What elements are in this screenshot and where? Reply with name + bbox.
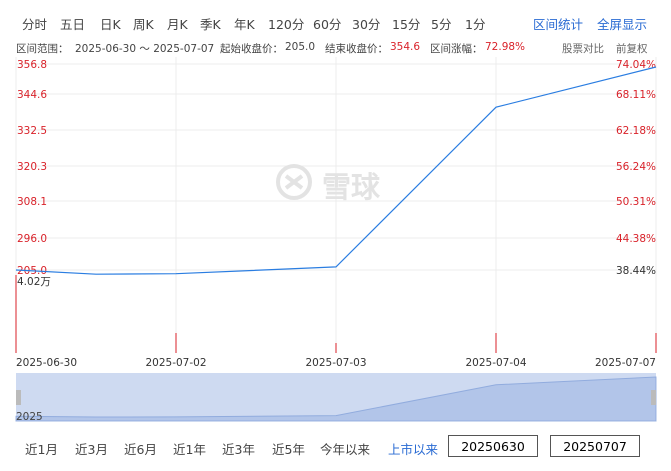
volume-max-label: 4.02万 — [17, 276, 51, 288]
navigator-selection[interactable] — [16, 373, 656, 421]
x-axis-tick-label: 2025-07-04 — [465, 357, 526, 369]
range-1y[interactable]: 近1年 — [173, 439, 206, 458]
y-axis-right-tick-label: 38.44% — [616, 265, 656, 277]
y-axis-right-tick-label: 62.18% — [616, 125, 656, 137]
y-axis-right-tick-label: 68.11% — [616, 89, 656, 101]
change-value: 72.98% — [485, 41, 526, 53]
range-stats-link[interactable]: 区间统计 — [533, 14, 583, 33]
tab-30min[interactable]: 30分 — [352, 14, 380, 33]
y-axis-left-tick-label: 308.1 — [17, 196, 47, 208]
x-axis-tick-label: 2025-07-02 — [145, 357, 206, 369]
stock-compare-link[interactable]: 股票对比 — [562, 41, 604, 56]
range-info-bar: 区间范围： 2025-06-30 ～ 2025-07-07 起始收盘价： 205… — [0, 41, 671, 57]
x-axis-tick-label: 2025-07-07 — [595, 357, 656, 369]
tab-60min[interactable]: 60分 — [313, 14, 341, 33]
tab-intraday[interactable]: 分时 — [22, 14, 47, 33]
y-axis-left-tick-label: 296.0 — [17, 233, 47, 245]
y-axis-left-tick-label: 344.6 — [17, 89, 47, 101]
range-ytd[interactable]: 今年以来 — [320, 439, 370, 458]
end-price-value: 354.6 — [390, 41, 421, 53]
tab-monthly-k[interactable]: 月K — [167, 14, 188, 33]
tab-weekly-k[interactable]: 周K — [133, 14, 154, 33]
navigator-svg: 2025 — [15, 373, 657, 423]
range-6m[interactable]: 近6月 — [124, 439, 157, 458]
range-3m[interactable]: 近3月 — [75, 439, 108, 458]
range-selector: 近1月 近3月 近6月 近1年 近3年 近5年 今年以来 上市以来 — [0, 430, 671, 466]
range-1m[interactable]: 近1月 — [25, 439, 58, 458]
time-navigator[interactable]: 2025 — [0, 373, 671, 425]
range-since-listing[interactable]: 上市以来 — [388, 439, 438, 458]
start-price-value: 205.0 — [285, 41, 316, 53]
y-axis-right-tick-label: 74.04% — [616, 59, 656, 71]
y-axis-left-tick-label: 320.3 — [17, 161, 47, 173]
range-5y[interactable]: 近5年 — [272, 439, 305, 458]
adjust-select[interactable]: 前复权 — [616, 41, 648, 56]
y-axis-left-tick-label: 332.5 — [17, 125, 47, 137]
navigator-year-label: 2025 — [16, 411, 43, 423]
tab-five-day[interactable]: 五日 — [60, 14, 85, 33]
y-axis-right-tick-label: 50.31% — [616, 196, 656, 208]
navigator-left-handle[interactable] — [16, 390, 21, 405]
y-axis-left-tick-label: 356.8 — [17, 59, 47, 71]
tab-quarterly-k[interactable]: 季K — [200, 14, 221, 33]
period-tabs: 分时 五日 日K 周K 月K 季K 年K 120分 60分 30分 15分 5分… — [0, 0, 671, 40]
range-label: 区间范围： — [16, 43, 69, 55]
start-price-label: 起始收盘价： — [220, 43, 283, 55]
change-label: 区间涨幅： — [430, 43, 483, 55]
x-axis-tick-label: 2025-06-30 — [16, 357, 77, 369]
watermark-text: 雪球 — [322, 170, 381, 204]
navigator-right-handle[interactable] — [651, 390, 656, 405]
y-axis-right-tick-label: 44.38% — [616, 233, 656, 245]
tab-120min[interactable]: 120分 — [268, 14, 304, 33]
end-price-label: 结束收盘价： — [325, 43, 388, 55]
fullscreen-link[interactable]: 全屏显示 — [597, 14, 647, 33]
end-date-input[interactable] — [550, 435, 640, 457]
tab-15min[interactable]: 15分 — [392, 14, 420, 33]
price-chart-svg: 356.8344.6332.5320.3308.1296.0205.04.02万… — [15, 57, 657, 369]
tab-1min[interactable]: 1分 — [465, 14, 485, 33]
xueqiu-watermark: 雪球 — [274, 162, 404, 204]
tab-daily-k[interactable]: 日K — [100, 14, 121, 33]
range-value: 2025-06-30 ～ 2025-07-07 — [75, 43, 215, 55]
x-axis-tick-label: 2025-07-03 — [305, 357, 366, 369]
price-chart: 356.8 344.6 332.5 320.3 308.1 296.0 205.0 4.02万… — [0, 57, 671, 373]
y-axis-right-tick-label: 56.24% — [616, 161, 656, 173]
tab-yearly-k[interactable]: 年K — [234, 14, 255, 33]
start-date-input[interactable] — [448, 435, 538, 457]
range-3y[interactable]: 近3年 — [222, 439, 255, 458]
tab-5min[interactable]: 5分 — [431, 14, 451, 33]
